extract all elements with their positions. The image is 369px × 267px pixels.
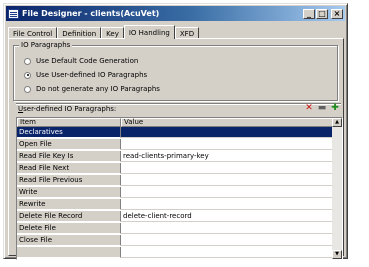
delete-icon[interactable]: ✕	[304, 103, 314, 113]
grid-cell-value[interactable]	[121, 247, 333, 258]
radio-button-icon[interactable]	[24, 57, 31, 65]
grid-cell-value[interactable]	[121, 235, 333, 246]
grid-label-text: ser-defined IO Paragraphs:	[23, 105, 117, 113]
grid-cell-item[interactable]: Delete File	[17, 223, 121, 234]
radio-label: Do not generate any IO Paragraphs	[36, 85, 160, 93]
minimize-button[interactable]: _	[303, 8, 315, 19]
grid-row[interactable]	[17, 247, 333, 258]
grid-cell-item[interactable]: Rewrite	[17, 199, 121, 210]
grid-row[interactable]: Declaratives	[17, 127, 333, 138]
file-designer-window: File Designer - clients(AcuVet) _ □ × Fi…	[3, 3, 348, 260]
grid-row[interactable]: Read File Key Is read-clients-primary-key	[17, 151, 333, 162]
scroll-down-arrow-icon[interactable]: ▼	[332, 250, 342, 259]
radio-no-io-paragraphs[interactable]: Do not generate any IO Paragraphs	[24, 85, 160, 93]
grid-cell-item[interactable]: Read File Key Is	[17, 151, 121, 162]
grid-cell-item[interactable]: Declaratives	[17, 127, 121, 138]
grid-row[interactable]: Write	[17, 187, 333, 198]
title-bar[interactable]: File Designer - clients(AcuVet) _ □ ×	[6, 6, 345, 21]
grid-cell-item[interactable]: Open File	[17, 139, 121, 150]
grid-cell-value[interactable]	[121, 187, 333, 198]
grid-cell-value[interactable]: read-clients-primary-key	[121, 151, 333, 162]
app-icon	[8, 8, 19, 19]
radio-user-defined-io[interactable]: Use User-defined IO Paragraphs	[24, 71, 147, 79]
grid-row[interactable]: Open File	[17, 139, 333, 150]
grid-cell-item[interactable]: Delete File Record	[17, 211, 121, 222]
grid-row[interactable]: Close File	[17, 235, 333, 246]
grid-cell-item[interactable]: Read File Next	[17, 163, 121, 174]
radio-label: Use Default Code Generation	[36, 57, 139, 65]
grid-row[interactable]: Delete File	[17, 223, 333, 234]
radio-button-icon[interactable]	[24, 85, 31, 93]
column-header-item[interactable]: Item	[17, 118, 121, 127]
io-paragraphs-grid[interactable]: Item Value Declaratives Open File Read F…	[16, 117, 343, 260]
radio-button-selected-icon[interactable]	[24, 71, 31, 79]
grid-cell-value[interactable]	[121, 175, 333, 186]
grid-cell-item[interactable]	[17, 247, 121, 258]
grid-cell-item[interactable]: Read File Previous	[17, 175, 121, 186]
grid-cell-value[interactable]	[121, 223, 333, 234]
vertical-scrollbar[interactable]: ▲ ▼	[332, 118, 342, 259]
scroll-up-arrow-icon[interactable]: ▲	[332, 118, 342, 127]
io-paragraphs-label: IO Paragraphs	[19, 41, 73, 49]
column-header-value[interactable]: Value	[121, 118, 333, 127]
grid-label: User-defined IO Paragraphs:	[18, 105, 116, 113]
grid-cell-value[interactable]: delete-client-record	[121, 211, 333, 222]
grid-row[interactable]: Read File Previous	[17, 175, 333, 186]
close-button[interactable]: ×	[331, 8, 343, 19]
grid-cell-value[interactable]	[121, 139, 333, 150]
grid-cell-value[interactable]	[121, 199, 333, 210]
grid-row[interactable]: Read File Next	[17, 163, 333, 174]
grid-cell-value[interactable]	[121, 163, 333, 174]
grid-header: Item Value	[17, 118, 333, 127]
tab-strip: File Control Definition Key IO Handling …	[8, 25, 200, 39]
grid-toolbar: ✕ ▬ ✚	[304, 103, 340, 113]
grid-row[interactable]: Delete File Record delete-client-record	[17, 211, 333, 222]
grid-cell-value[interactable]	[121, 127, 333, 138]
grid-cell-item[interactable]: Write	[17, 187, 121, 198]
edit-icon[interactable]: ▬	[317, 103, 327, 113]
grid-row[interactable]: Rewrite	[17, 199, 333, 210]
radio-label: Use User-defined IO Paragraphs	[36, 71, 148, 79]
window-title: File Designer - clients(AcuVet)	[22, 9, 160, 18]
maximize-button[interactable]: □	[316, 8, 328, 19]
tab-io-handling[interactable]: IO Handling	[123, 25, 175, 39]
add-icon[interactable]: ✚	[330, 103, 340, 113]
radio-default-code-generation[interactable]: Use Default Code Generation	[24, 57, 138, 65]
grid-cell-item[interactable]: Close File	[17, 235, 121, 246]
